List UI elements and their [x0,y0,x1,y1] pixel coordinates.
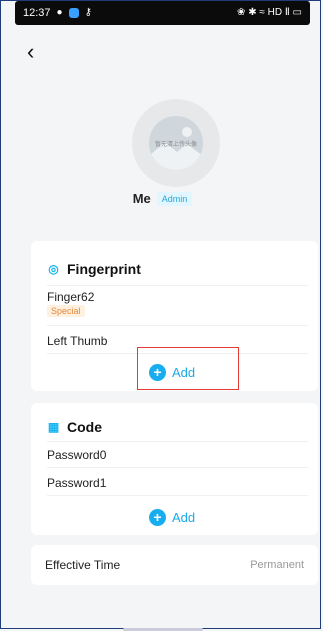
fingerprint-title: ◎ Fingerprint [47,261,141,277]
status-icons: ❀ ✱ ≈ HD Ⅱ ▭ [237,7,302,18]
user-info: Me Admin [1,191,323,206]
effective-time-row[interactable]: Effective Time Permanent [31,545,318,585]
user-name: Me [132,191,151,206]
avatar[interactable]: 暂无清上传头像 [132,99,220,187]
code-card: ▦ Code Password0 Password1 + Add [31,403,318,535]
effective-time-value: Permanent [250,559,304,571]
code-title-label: Code [67,419,102,435]
divider [47,285,308,286]
highlight-box [137,347,239,390]
fingerprint-item-left-thumb[interactable]: Left Thumb [47,334,107,348]
app-icon [68,8,79,18]
message-icon: ● [56,7,63,18]
special-tag: Special [47,305,85,317]
avatar-caption: 暂无清上传头像 [154,142,197,148]
screen-frame: 12:37 ● ⚷ ❀ ✱ ≈ HD Ⅱ ▭ ‹ 暂无清上传头像 Me Admi… [0,0,323,631]
add-code-button[interactable]: + Add [149,509,195,526]
code-icon: ▦ [47,420,60,434]
fingerprint-title-label: Fingerprint [67,261,141,277]
status-time: 12:37 [23,7,51,19]
divider [47,325,308,326]
add-code-label: Add [172,510,196,525]
status-bar: 12:37 ● ⚷ ❀ ✱ ≈ HD Ⅱ ▭ [15,1,310,25]
divider [47,467,308,468]
code-title: ▦ Code [47,419,102,435]
chevron-left-icon: ‹ [27,39,35,64]
effective-time-label: Effective Time [45,558,121,572]
code-item-password1[interactable]: Password1 [47,476,106,490]
role-badge: Admin [156,191,193,206]
fingerprint-icon: ◎ [48,262,59,276]
divider [47,495,308,496]
fingerprint-item-finger62[interactable]: Finger62 [47,290,94,304]
plus-icon: + [149,509,166,526]
code-item-password0[interactable]: Password0 [47,448,106,462]
key-icon: ⚷ [84,7,92,18]
divider [47,441,308,442]
back-button[interactable]: ‹ [27,41,34,63]
